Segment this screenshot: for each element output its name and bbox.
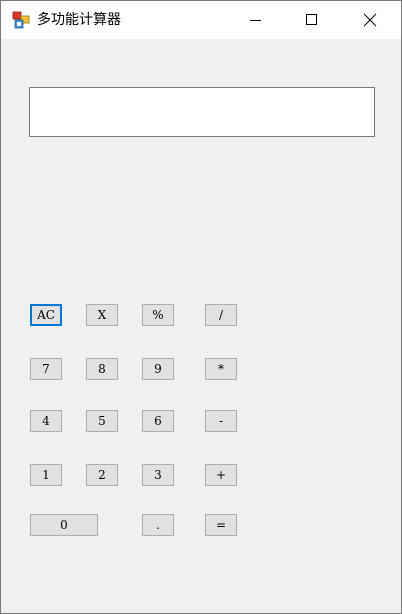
digit-5-button[interactable]: 5 — [86, 410, 118, 432]
plus-button[interactable]: + — [205, 464, 237, 486]
digit-2-button[interactable]: 2 — [86, 464, 118, 486]
title-bar[interactable]: 多功能计算器 — [1, 1, 401, 39]
digit-6-button[interactable]: 6 — [142, 410, 174, 432]
digit-8-button[interactable]: 8 — [86, 358, 118, 380]
percent-button[interactable]: % — [142, 304, 174, 326]
digit-0-button[interactable]: 0 — [30, 514, 98, 536]
calculator-window: 多功能计算器 AC X % / 7 8 9 * 4 5 6 - 1 2 3 + … — [0, 0, 402, 614]
equals-button[interactable]: = — [205, 514, 237, 536]
app-icon — [12, 11, 30, 29]
maximize-button[interactable] — [289, 1, 335, 39]
digit-9-button[interactable]: 9 — [142, 358, 174, 380]
x-button[interactable]: X — [86, 304, 118, 326]
close-icon — [363, 13, 377, 27]
clear-button[interactable]: AC — [30, 304, 62, 326]
minus-button[interactable]: - — [205, 410, 237, 432]
close-button[interactable] — [347, 1, 393, 39]
decimal-point-button[interactable]: . — [142, 514, 174, 536]
window-title: 多功能计算器 — [37, 12, 121, 28]
result-display[interactable] — [29, 87, 375, 137]
digit-1-button[interactable]: 1 — [30, 464, 62, 486]
divide-button[interactable]: / — [205, 304, 237, 326]
minimize-button[interactable] — [233, 1, 279, 39]
minimize-icon — [250, 20, 261, 21]
digit-3-button[interactable]: 3 — [142, 464, 174, 486]
maximize-icon — [306, 14, 317, 25]
multiply-button[interactable]: * — [205, 358, 237, 380]
digit-4-button[interactable]: 4 — [30, 410, 62, 432]
digit-7-button[interactable]: 7 — [30, 358, 62, 380]
